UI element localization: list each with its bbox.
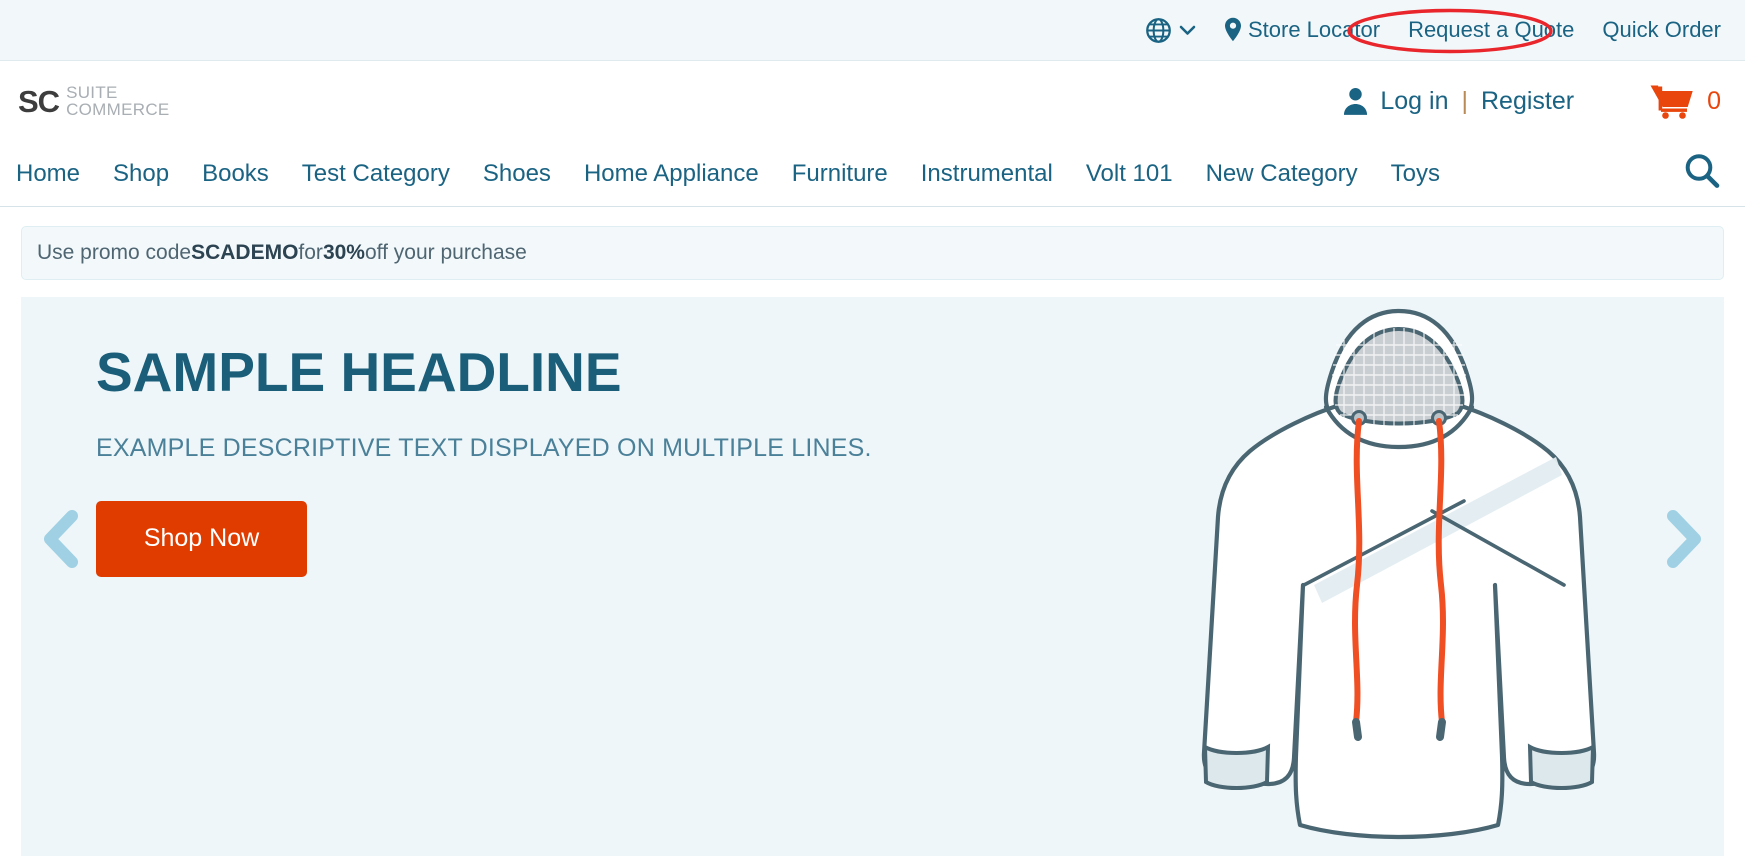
nav-item-furniture[interactable]: Furniture — [792, 160, 912, 188]
nav-item-volt-101[interactable]: Volt 101 — [1086, 160, 1197, 188]
map-pin-icon — [1224, 17, 1242, 42]
hero-product-image — [1201, 308, 1597, 840]
account-separator: | — [1461, 86, 1469, 115]
globe-icon — [1145, 17, 1172, 44]
language-selector[interactable] — [1145, 17, 1210, 44]
hero-subtext: EXAMPLE DESCRIPTIVE TEXT DISPLAYED ON MU… — [96, 433, 872, 462]
site-logo[interactable]: SC SUITE COMMERCE — [18, 82, 170, 119]
cart-item-count: 0 — [1707, 86, 1721, 115]
store-locator-label: Store Locator — [1247, 17, 1381, 42]
hero-copy: SAMPLE HEADLINE EXAMPLE DESCRIPTIVE TEXT… — [96, 341, 996, 577]
register-link[interactable]: Register — [1481, 87, 1574, 116]
main-navigation: Home Shop Books Test Category Shoes Home… — [0, 141, 1745, 207]
promo-code: SCADEMO — [191, 241, 299, 264]
shopping-cart-icon — [1650, 83, 1694, 119]
nav-item-toys[interactable]: Toys — [1391, 160, 1464, 188]
person-icon — [1342, 86, 1369, 116]
logo-word-commerce: COMMERCE — [66, 100, 170, 119]
nav-item-books[interactable]: Books — [202, 160, 293, 188]
nav-item-new-category[interactable]: New Category — [1206, 160, 1382, 188]
header-actions: Log in | Register 0 — [1342, 83, 1721, 119]
login-link[interactable]: Log in — [1380, 87, 1448, 116]
promo-banner-area: Use promo code SCADEMO for 30% off your … — [0, 207, 1745, 280]
cuff-right — [1527, 743, 1596, 790]
top-utility-links: Store Locator Request a Quote Quick Orde… — [1145, 17, 1721, 44]
logo-mark: SC — [18, 83, 60, 119]
nav-item-shoes[interactable]: Shoes — [483, 160, 575, 188]
nav-item-shop[interactable]: Shop — [113, 160, 193, 188]
nav-item-home[interactable]: Home — [16, 160, 104, 188]
chevron-left-icon[interactable] — [39, 509, 83, 574]
promo-discount: 30% — [322, 241, 365, 264]
site-header: SC SUITE COMMERCE Log in | Register 0 — [0, 61, 1745, 141]
logo-wordmark: SUITE COMMERCE — [66, 82, 170, 119]
promo-banner: Use promo code SCADEMO for 30% off your … — [21, 226, 1724, 280]
nav-item-test-category[interactable]: Test Category — [302, 160, 474, 188]
account-links: Log in | Register — [1342, 86, 1574, 116]
promo-prefix: Use promo code — [37, 241, 192, 264]
store-locator-link[interactable]: Store Locator — [1210, 17, 1394, 43]
hero-area: SAMPLE HEADLINE EXAMPLE DESCRIPTIVE TEXT… — [0, 280, 1745, 856]
nav-item-list: Home Shop Books Test Category Shoes Home… — [16, 160, 1473, 188]
chevron-right-icon[interactable] — [1662, 509, 1706, 574]
hero-carousel: SAMPLE HEADLINE EXAMPLE DESCRIPTIVE TEXT… — [21, 297, 1724, 856]
nav-item-instrumental[interactable]: Instrumental — [921, 160, 1077, 188]
cart-button[interactable]: 0 — [1650, 83, 1721, 119]
quick-order-link[interactable]: Quick Order — [1588, 17, 1721, 43]
promo-middle: for — [298, 241, 323, 264]
search-icon[interactable] — [1683, 152, 1721, 195]
logo-word-suite: SUITE — [66, 82, 118, 102]
nav-item-home-appliance[interactable]: Home Appliance — [584, 160, 783, 188]
shop-now-button[interactable]: Shop Now — [96, 500, 307, 577]
chevron-down-icon — [1179, 25, 1196, 36]
promo-suffix: off your purchase — [364, 241, 527, 264]
top-utility-bar: Store Locator Request a Quote Quick Orde… — [0, 0, 1745, 61]
request-a-quote-link[interactable]: Request a Quote — [1394, 17, 1588, 43]
cuff-left — [1202, 743, 1271, 790]
hero-headline: SAMPLE HEADLINE — [96, 341, 622, 403]
